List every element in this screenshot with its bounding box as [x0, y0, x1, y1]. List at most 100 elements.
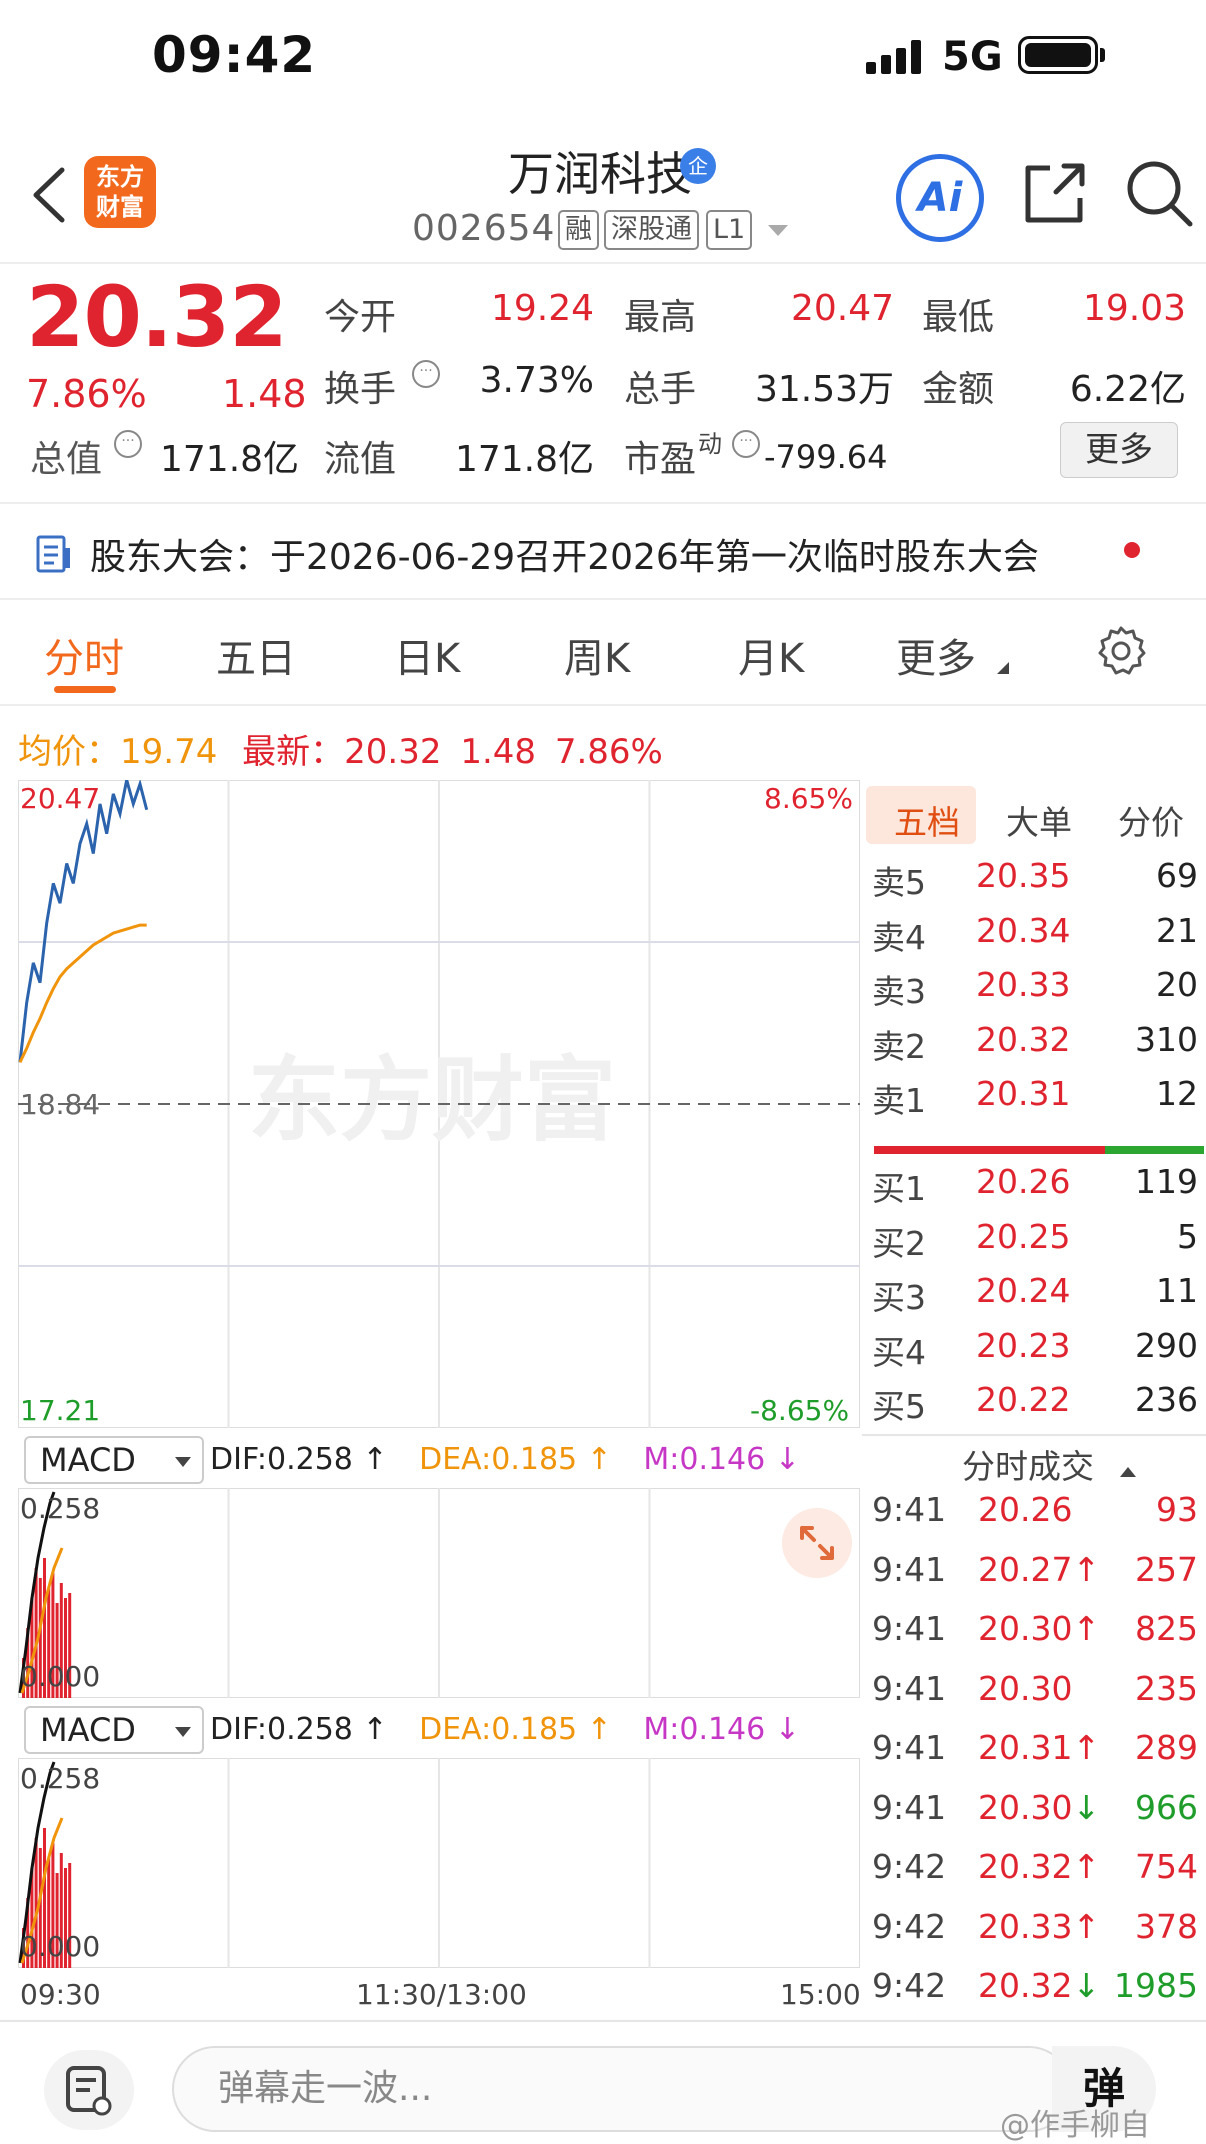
chevron-down-icon: [175, 1457, 191, 1467]
orderbook-level: 买1: [872, 1169, 926, 1208]
watermark-text: @作手柳自: [1000, 2108, 1150, 2143]
low-label: 最低: [922, 297, 995, 338]
orderbook-row[interactable]: 买1 20.26 119: [872, 1162, 1198, 1208]
tab-more[interactable]: 更多: [896, 626, 976, 684]
back-icon[interactable]: [24, 160, 74, 230]
tab-monthly-k[interactable]: 月K: [738, 626, 804, 684]
macd-values: DIF:0.258 ↑ DEA:0.185 ↑ M:0.146 ↓: [210, 1712, 800, 1747]
stock-name[interactable]: 万润科技: [420, 138, 780, 204]
logo-text-bottom: 财富: [96, 193, 144, 221]
latest-label: 最新：: [242, 732, 345, 772]
triangle-up-icon: [1119, 1467, 1136, 1477]
macd-selector[interactable]: MACD: [24, 1436, 204, 1484]
orderbook-price: 20.31: [976, 1074, 1071, 1113]
trade-time: 9:42: [872, 1966, 947, 2005]
orderbook-volume: 236: [1135, 1380, 1198, 1419]
pe-superscript: 动: [698, 430, 722, 458]
danmu-input[interactable]: 弹幕走一波...: [172, 2046, 1072, 2132]
avg-price-line: [18, 923, 147, 1063]
trade-volume: 825: [1135, 1609, 1198, 1648]
macd-chart[interactable]: [18, 1758, 860, 1968]
share-icon[interactable]: [1020, 158, 1090, 228]
macd-dif: DIF:0.258 ↑: [210, 1712, 388, 1747]
orderbook-row[interactable]: 卖2 20.32 310: [872, 1019, 1198, 1066]
float-value: 171.8亿: [454, 439, 594, 480]
enterprise-badge: 企: [680, 148, 716, 184]
turnover-label: 换手: [324, 369, 397, 410]
orderbook-row[interactable]: 卖1 20.31 12: [872, 1074, 1198, 1120]
ai-assistant-button[interactable]: Ai: [896, 154, 984, 242]
low-value: 19.03: [1082, 288, 1186, 329]
trade-price: 20.30: [978, 1668, 1073, 1708]
orderbook-price: 20.35: [976, 856, 1071, 895]
latest-change-pct: 7.86%: [554, 732, 663, 772]
macd-label: MACD: [40, 1711, 136, 1749]
trade-time: 9:41: [872, 1490, 947, 1529]
trade-volume: 966: [1135, 1787, 1198, 1827]
notice-text[interactable]: 股东大会：于2026-06-29召开2026年第一次临时股东大会: [90, 528, 1039, 580]
macd-bottom-label: 0.000: [20, 1930, 101, 1963]
trade-volume: 1985: [1114, 1966, 1198, 2005]
tag-connect: 深股通: [604, 210, 699, 250]
info-icon[interactable]: ···: [732, 430, 760, 458]
tab-intraday[interactable]: 分时: [44, 626, 124, 684]
macd-selector[interactable]: MACD: [24, 1706, 204, 1754]
trade-time: 9:42: [872, 1847, 947, 1886]
search-icon[interactable]: [1122, 156, 1196, 230]
orderbook-row[interactable]: 卖3 20.33 20: [872, 965, 1198, 1011]
orderbook-tab-five[interactable]: 五档: [894, 796, 960, 844]
trade-price: 20.30↓: [978, 1787, 1101, 1827]
info-icon[interactable]: ···: [114, 430, 142, 458]
corner-triangle-icon: [996, 660, 1010, 674]
notice-icon: [34, 534, 74, 574]
tag-margin: 融: [558, 210, 599, 250]
trade-row: 9:41 20.30↓ 966: [872, 1788, 1198, 1844]
trade-price: 20.32↑: [978, 1847, 1101, 1886]
trade-volume: 257: [1135, 1549, 1198, 1589]
macd-chart[interactable]: [18, 1488, 860, 1698]
info-icon[interactable]: ···: [412, 360, 440, 388]
more-quote-button[interactable]: 更多: [1060, 422, 1178, 478]
orderbook-price: 20.34: [976, 910, 1071, 950]
orderbook-divider: [862, 1434, 1206, 1436]
quote-divider: [0, 502, 1206, 504]
unread-dot: [1124, 542, 1140, 558]
orderbook-row[interactable]: 买2 20.25 5: [872, 1217, 1198, 1263]
settings-icon[interactable]: [44, 2050, 134, 2130]
expand-icon[interactable]: [782, 1508, 852, 1578]
trade-row: 9:41 20.31↑ 289: [872, 1728, 1198, 1784]
pe-value: -799.64: [764, 438, 888, 476]
change-percent: 7.86%: [26, 372, 147, 416]
orderbook-tab-price[interactable]: 分价: [1118, 796, 1184, 844]
orderbook-row[interactable]: 卖4 20.34 21: [872, 910, 1198, 957]
price-summary: 均价：19.74 最新：20.32 1.48 7.86%: [18, 724, 663, 773]
chevron-down-icon[interactable]: [766, 222, 790, 238]
orderbook-tab-large[interactable]: 大单: [1006, 796, 1072, 844]
trade-row: 9:41 20.30↑ 825: [872, 1609, 1198, 1665]
volume-label: 总手: [624, 369, 697, 410]
y-top-label: 20.47: [20, 782, 101, 815]
float-label: 流值: [324, 439, 397, 480]
app-logo[interactable]: 东方 财富: [84, 156, 156, 228]
tab-daily-k[interactable]: 日K: [394, 626, 460, 684]
trade-price: 20.27↑: [978, 1549, 1101, 1589]
trade-time: 9:41: [872, 1728, 947, 1767]
orderbook-row[interactable]: 卖5 20.35 69: [872, 856, 1198, 902]
orderbook-row[interactable]: 买5 20.22 236: [872, 1380, 1198, 1426]
tab-weekly-k[interactable]: 周K: [564, 626, 630, 684]
macd-dif: DIF:0.258 ↑: [210, 1442, 388, 1477]
orderbook-row[interactable]: 买4 20.23 290: [872, 1326, 1198, 1372]
orderbook-price: 20.22: [976, 1380, 1071, 1419]
change-amount: 1.48: [222, 372, 307, 416]
orderbook-price: 20.24: [976, 1271, 1071, 1310]
current-price: 20.32: [26, 268, 288, 366]
intraday-chart[interactable]: 东方财富: [18, 780, 860, 1428]
header-divider: [0, 262, 1206, 264]
volume-value: 31.53万: [754, 369, 894, 410]
gear-icon[interactable]: [1094, 624, 1148, 678]
pe-label: 市盈: [624, 439, 697, 480]
orderbook-row[interactable]: 买3 20.24 11: [872, 1271, 1198, 1317]
orderbook-volume: 310: [1135, 1019, 1198, 1059]
trades-title[interactable]: 分时成交: [962, 1440, 1137, 1488]
tab-five-day[interactable]: 五日: [216, 626, 296, 684]
